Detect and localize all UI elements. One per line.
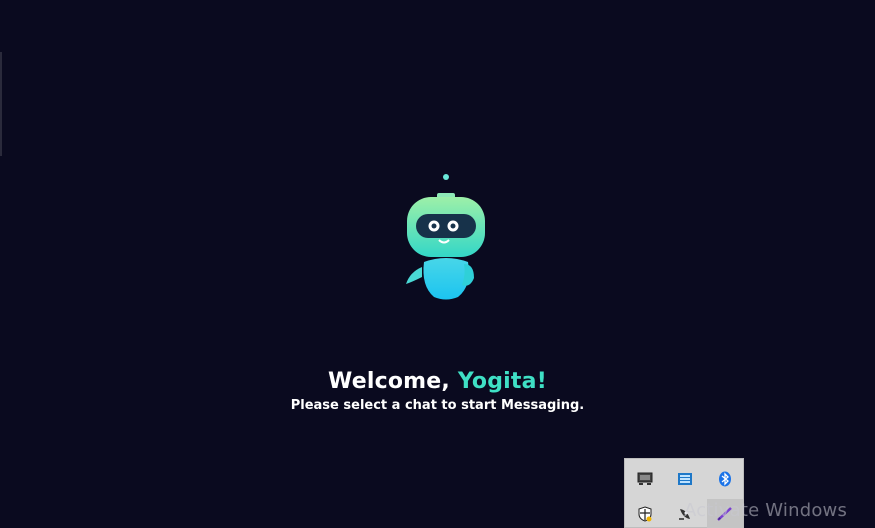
user-name: Yogita! — [457, 369, 547, 394]
welcome-subtitle: Please select a chat to start Messaging. — [290, 398, 585, 413]
security-shield-icon[interactable] — [630, 499, 660, 528]
bluetooth-icon[interactable] — [710, 464, 740, 494]
welcome-greeting: Welcome, — [328, 369, 458, 394]
network-adapter-icon[interactable] — [670, 464, 700, 494]
chat-welcome-screen: Welcome, Yogita! Please select a chat to… — [0, 0, 875, 528]
monitor-icon[interactable] — [630, 464, 660, 494]
robot-mascot-icon — [398, 168, 494, 308]
left-panel-edge — [0, 52, 2, 156]
welcome-heading: Welcome, Yogita! — [0, 369, 875, 394]
activate-windows-watermark: Activate Windows — [684, 500, 848, 521]
